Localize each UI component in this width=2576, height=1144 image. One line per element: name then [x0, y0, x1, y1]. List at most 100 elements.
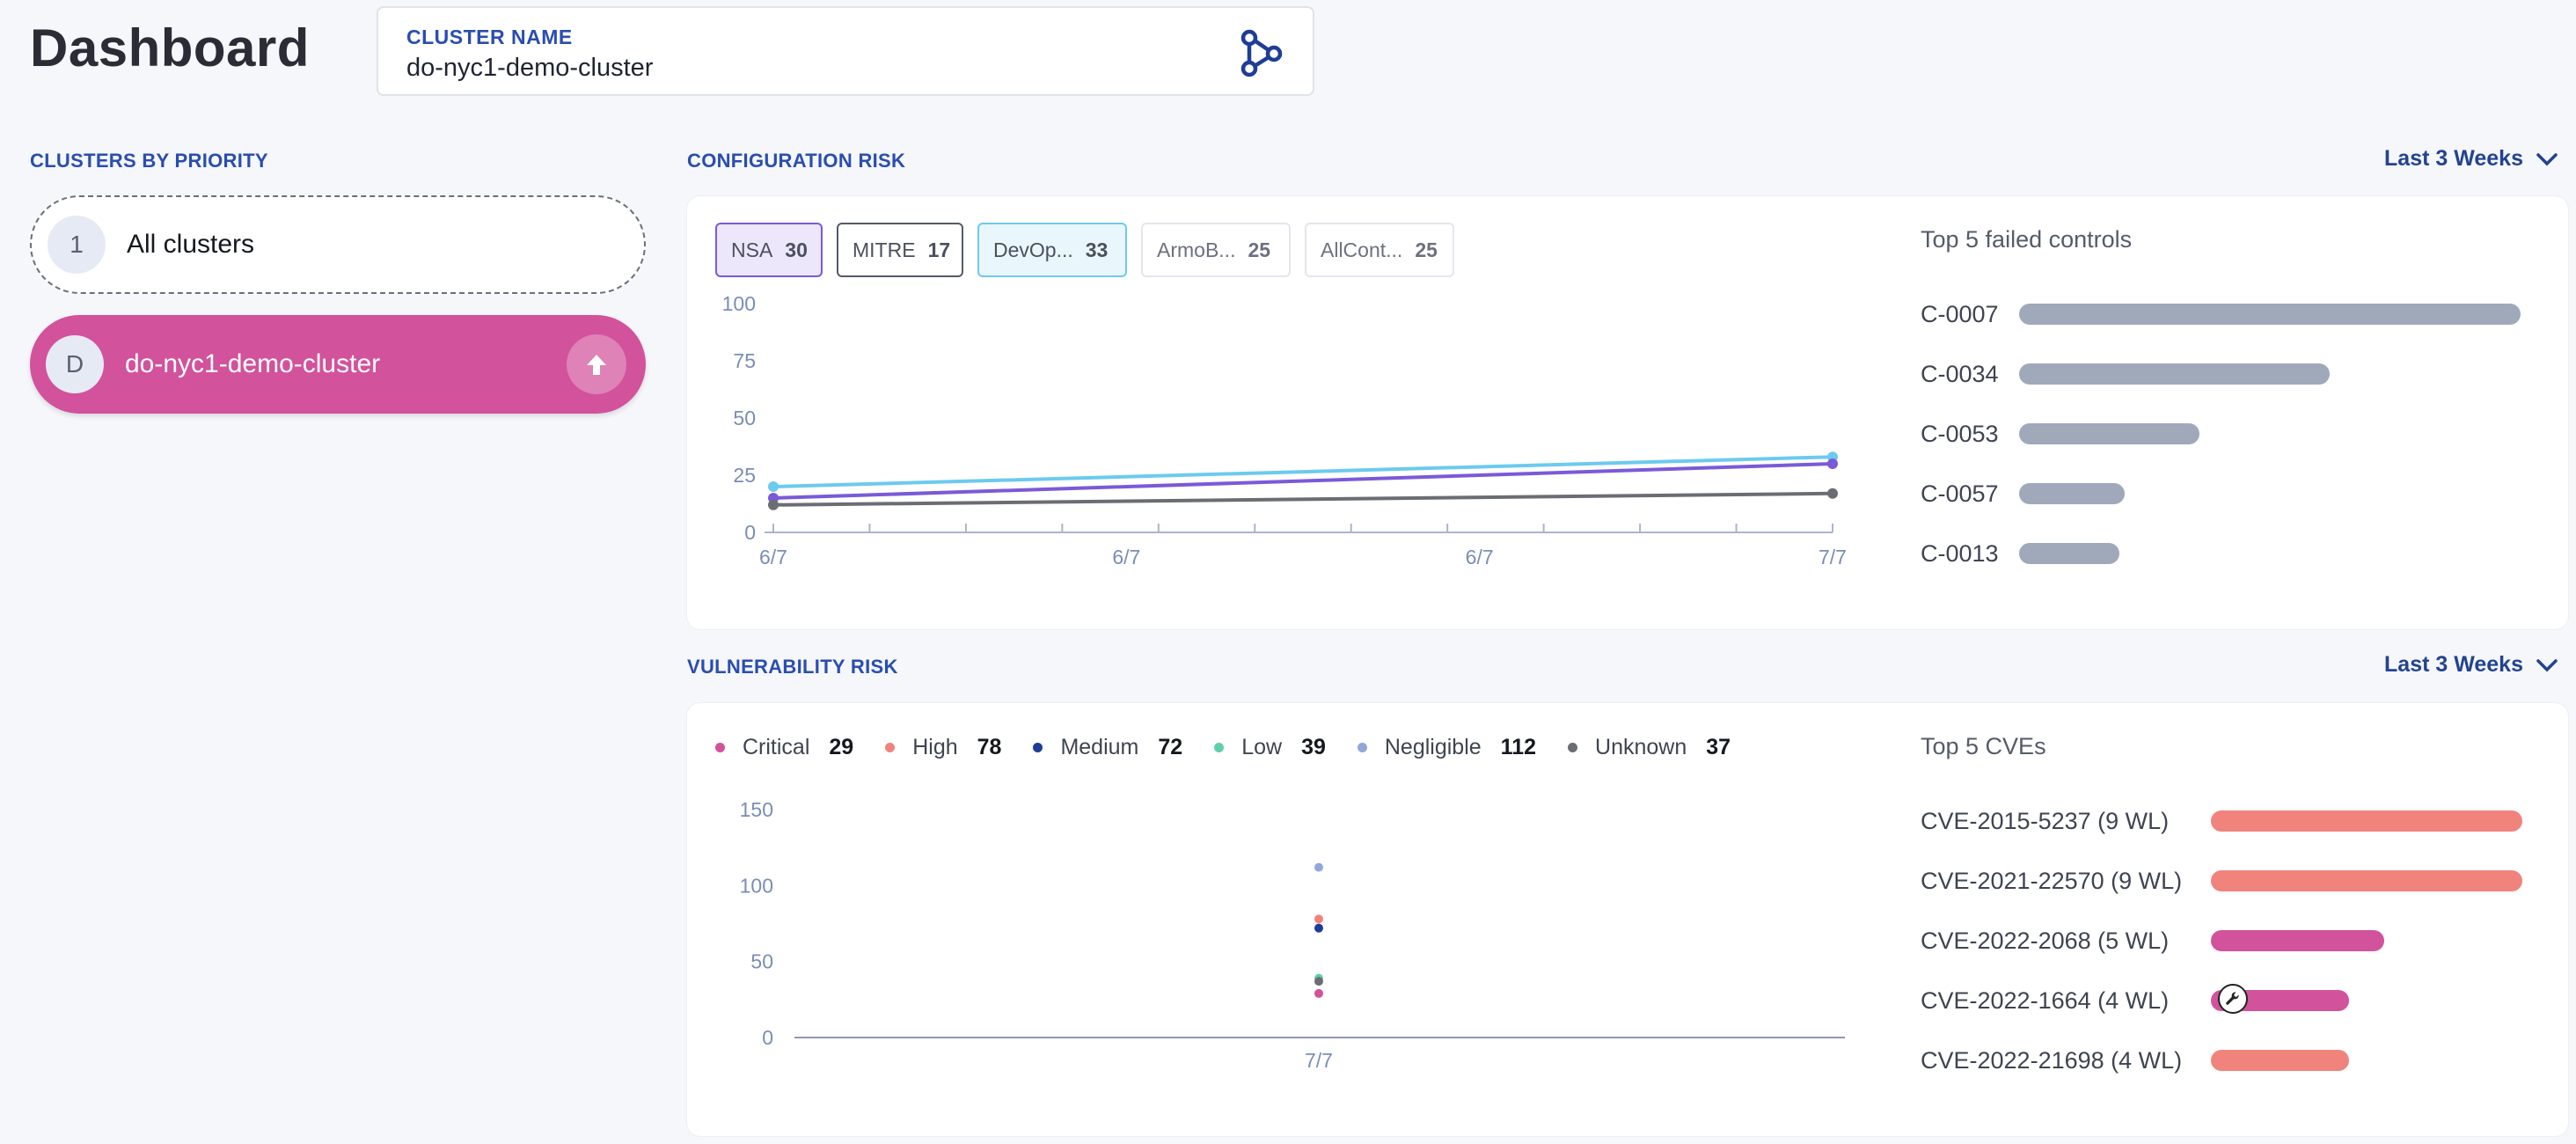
configuration-risk-title: CONFIGURATION RISK: [687, 150, 906, 172]
cve-bar: [2211, 1050, 2350, 1071]
framework-score: 17: [927, 238, 951, 261]
cluster-name-selector[interactable]: CLUSTER NAME do-nyc1-demo-cluster: [377, 6, 1314, 96]
control-bar: [2019, 304, 2521, 325]
legend-dot: [885, 742, 896, 752]
control-id: C-0034: [1921, 360, 1999, 387]
cve-row[interactable]: CVE-2022-2068 (5 WL): [1921, 911, 2554, 971]
vuln-risk-range-select[interactable]: Last 3 Weeks: [2384, 652, 2558, 678]
cluster-item-do-nyc1-demo-cluster[interactable]: D do-nyc1-demo-cluster: [30, 315, 646, 414]
control-bar: [2019, 483, 2125, 504]
wrench-icon[interactable]: [2218, 984, 2248, 1014]
scatter-point-negligible[interactable]: [1314, 862, 1323, 872]
y-tick-label: 0: [762, 1026, 773, 1049]
failed-control-row[interactable]: C-0057: [1921, 464, 2554, 524]
x-tick-label: 7/7: [1819, 546, 1847, 568]
y-tick-label: 75: [733, 349, 756, 372]
x-tick-label: 7/7: [1305, 1049, 1333, 1072]
cluster-item-label: do-nyc1-demo-cluster: [125, 349, 381, 378]
series-point[interactable]: [768, 481, 779, 492]
cluster-badge: 1: [48, 216, 106, 274]
series-point[interactable]: [1827, 458, 1838, 469]
framework-chip-nsa[interactable]: NSA 30: [715, 223, 823, 277]
control-id: C-0007: [1921, 300, 1999, 327]
vulnerability-risk-title: VULNERABILITY RISK: [687, 656, 898, 678]
cve-row[interactable]: CVE-2015-5237 (9 WL): [1921, 791, 2554, 851]
cve-id: CVE-2021-22570 (9 WL): [1921, 867, 2183, 894]
failed-control-row[interactable]: C-0034: [1921, 344, 2554, 404]
cve-row[interactable]: CVE-2022-1664 (4 WL): [1921, 971, 2554, 1030]
cluster-item-all[interactable]: 1 All clusters: [30, 195, 646, 294]
series-point[interactable]: [1827, 488, 1838, 499]
series-line-mitre: [772, 491, 1833, 507]
legend-item-medium[interactable]: Medium 72: [1033, 735, 1182, 760]
legend-count: 72: [1158, 734, 1183, 759]
legend-count: 37: [1706, 734, 1731, 759]
framework-score: 25: [1248, 238, 1271, 261]
legend-dot: [1214, 742, 1225, 752]
framework-score: 25: [1415, 238, 1438, 261]
vulnerability-risk-scatter-chart: 0 50 100 150 7/7: [740, 798, 1845, 1072]
failed-control-row[interactable]: C-0053: [1921, 404, 2554, 464]
framework-chip-mitre[interactable]: MITRE 17: [837, 223, 963, 277]
framework-name: NSA: [731, 238, 773, 261]
legend-dot: [1568, 742, 1578, 752]
y-tick-label: 0: [744, 521, 756, 544]
clusters-by-priority-title: CLUSTERS BY PRIORITY: [30, 150, 268, 172]
configuration-risk-card: NSA 30 MITRE 17 DevOp... 33 ArmoB... 25 …: [686, 195, 2569, 630]
legend-count: 112: [1500, 734, 1537, 759]
legend-label: Critical: [743, 734, 810, 759]
page-title: Dashboard: [30, 18, 310, 77]
scatter-point-critical[interactable]: [1314, 988, 1323, 998]
framework-chip-armobest[interactable]: ArmoB... 25: [1141, 223, 1291, 277]
cve-id: CVE-2022-21698 (4 WL): [1921, 1046, 2183, 1074]
legend-item-low[interactable]: Low 39: [1214, 735, 1326, 760]
scatter-point-unknown[interactable]: [1314, 977, 1323, 986]
y-tick-label: 25: [733, 464, 756, 487]
series-point[interactable]: [768, 499, 779, 510]
range-select-label: Last 3 Weeks: [2384, 652, 2523, 677]
cluster-item-label: All clusters: [127, 230, 255, 259]
failed-control-row[interactable]: C-0007: [1921, 284, 2554, 344]
cluster-graph-icon[interactable]: [1237, 29, 1286, 78]
framework-score: 33: [1085, 238, 1109, 261]
cve-id: CVE-2022-1664 (4 WL): [1921, 986, 2170, 1014]
legend-label: Low: [1241, 734, 1283, 759]
chevron-down-icon: [2536, 152, 2558, 165]
cve-bar: [2211, 870, 2522, 891]
framework-name: DevOp...: [993, 238, 1073, 261]
control-id: C-0013: [1921, 539, 1999, 567]
y-tick-label: 100: [722, 293, 756, 315]
scatter-point-medium[interactable]: [1314, 923, 1323, 933]
cve-bar: [2211, 930, 2384, 951]
cluster-badge: D: [46, 335, 104, 393]
control-bar: [2019, 363, 2331, 385]
framework-name: AllCont...: [1321, 238, 1403, 261]
legend-dot: [1033, 742, 1043, 752]
framework-chip-allcontrols[interactable]: AllCont... 25: [1305, 223, 1454, 277]
y-tick-label: 50: [750, 950, 773, 973]
framework-chip-devops[interactable]: DevOp... 33: [977, 223, 1127, 277]
chevron-down-icon: [2536, 658, 2558, 671]
legend-dot: [1357, 742, 1367, 752]
cve-id: CVE-2022-2068 (5 WL): [1921, 927, 2170, 954]
y-tick-label: 150: [740, 798, 773, 821]
scatter-point-high[interactable]: [1314, 914, 1323, 924]
arrow-up-icon[interactable]: [567, 334, 626, 394]
legend-item-negligible[interactable]: Negligible 112: [1357, 734, 1537, 760]
top-failed-controls-title: Top 5 failed controls: [1921, 226, 2133, 253]
legend-label: Medium: [1060, 734, 1139, 759]
legend-label: Negligible: [1384, 734, 1482, 759]
legend-item-unknown[interactable]: Unknown 37: [1568, 735, 1731, 760]
framework-name: ArmoB...: [1157, 238, 1236, 261]
legend-item-high[interactable]: High 78: [885, 735, 1001, 760]
config-risk-range-select[interactable]: Last 3 Weeks: [2384, 146, 2558, 172]
top-cves-title: Top 5 CVEs: [1921, 733, 2046, 759]
legend-item-critical[interactable]: Critical 29: [715, 735, 853, 760]
cve-row[interactable]: CVE-2021-22570 (9 WL): [1921, 851, 2554, 911]
legend-label: High: [912, 734, 958, 759]
cve-row[interactable]: CVE-2022-21698 (4 WL): [1921, 1030, 2554, 1090]
legend-count: 39: [1301, 734, 1326, 759]
framework-score: 30: [785, 238, 808, 261]
framework-name: MITRE: [853, 238, 916, 261]
failed-control-row[interactable]: C-0013: [1921, 524, 2554, 583]
